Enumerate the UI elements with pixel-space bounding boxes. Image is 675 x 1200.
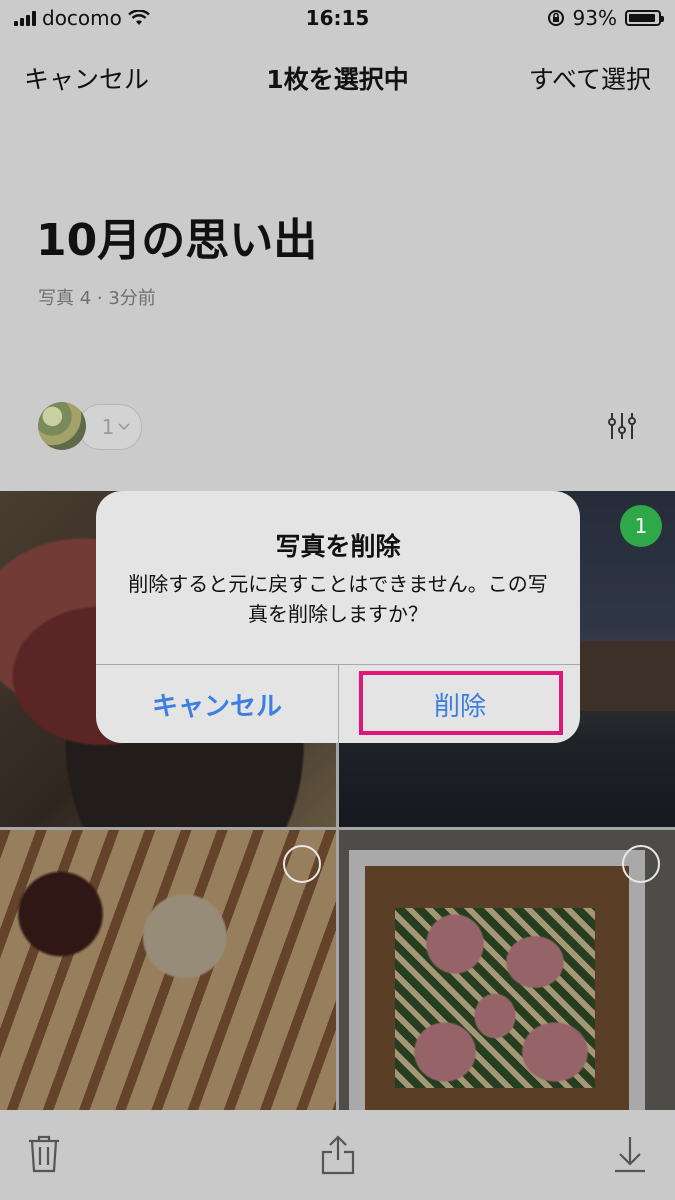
select-all-button[interactable]: すべて選択 — [529, 60, 651, 96]
album-title: 10月の思い出 — [36, 215, 318, 266]
cancel-button[interactable]: キャンセル — [24, 60, 149, 96]
trash-icon[interactable] — [26, 1134, 62, 1174]
chevron-down-icon — [118, 423, 130, 431]
delete-button-highlight — [359, 671, 563, 735]
share-icon[interactable] — [320, 1134, 356, 1176]
nav-bar: 1枚を選択中 キャンセル すべて選択 — [0, 56, 675, 100]
alert-cancel-button[interactable]: キャンセル — [96, 665, 338, 743]
battery-icon — [625, 10, 664, 26]
avatar[interactable] — [38, 402, 86, 450]
alert-title: 写真を削除 — [275, 532, 401, 561]
status-bar: docomo 16:15 93% — [0, 0, 675, 38]
selection-circle[interactable] — [283, 845, 321, 883]
selection-circle[interactable] — [622, 845, 660, 883]
alert-message: 削除すると元に戻すことはできません。この写真を削除しますか？ — [128, 572, 548, 626]
selection-badge[interactable]: 1 — [620, 505, 662, 547]
sliders-icon[interactable] — [606, 410, 638, 442]
download-icon[interactable] — [612, 1134, 648, 1174]
member-count-button[interactable]: 1 — [78, 404, 142, 450]
battery-percent: 93% — [572, 6, 617, 30]
orientation-lock-icon — [547, 10, 564, 26]
member-count: 1 — [101, 415, 115, 439]
album-meta: 写真 4 · 3分前 — [38, 288, 156, 309]
status-right: 93% — [547, 6, 664, 30]
bottom-toolbar — [0, 1110, 675, 1200]
member-row: 1 — [38, 402, 638, 452]
